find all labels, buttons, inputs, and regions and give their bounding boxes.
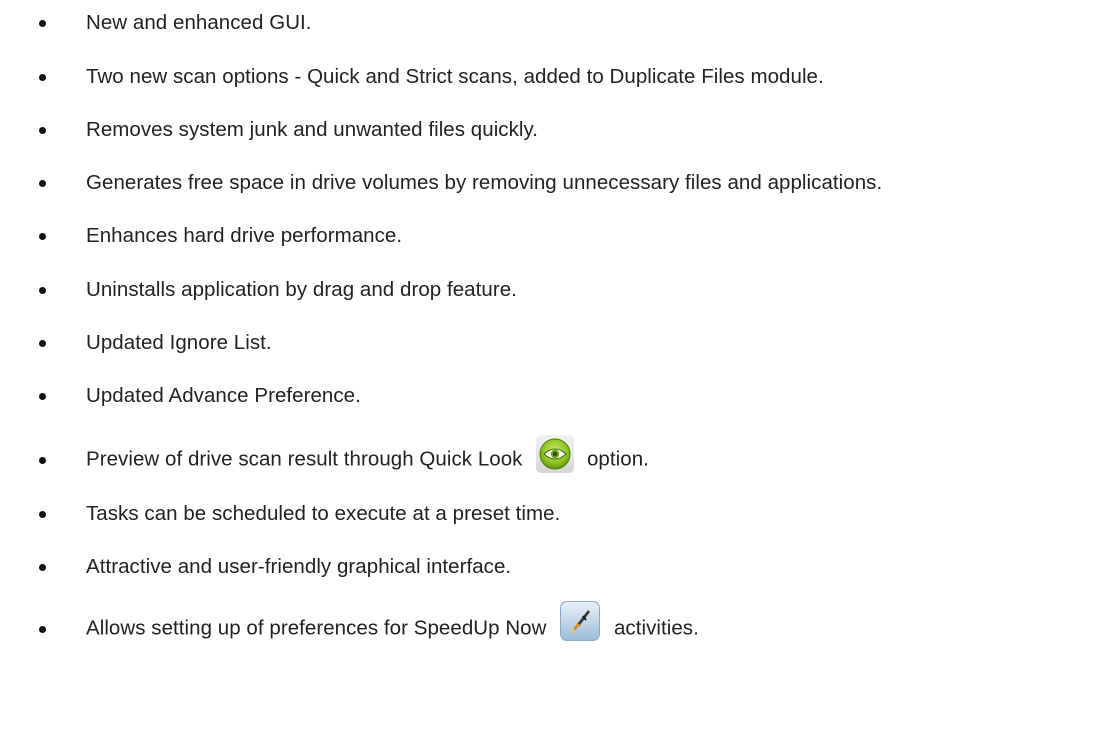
feature-text: Tasks can be scheduled to execute at a p…: [86, 502, 561, 525]
feature-item: Uninstalls application by drag and drop …: [0, 270, 1093, 310]
feature-text: Preview of drive scan result through Qui…: [86, 435, 649, 479]
feature-item: Updated Ignore List.: [0, 323, 1093, 363]
bullet-dot: [39, 340, 46, 347]
bullet-dot: [39, 180, 46, 187]
feature-text-before-icon: Preview of drive scan result through Qui…: [86, 447, 523, 471]
feature-text-after-icon: activities.: [613, 616, 699, 640]
feature-text: Enhances hard drive performance.: [86, 224, 403, 247]
feature-item: Allows setting up of preferences for Spe…: [0, 601, 1093, 649]
feature-item: Preview of drive scan result through Qui…: [0, 435, 1093, 480]
feature-text: Updated Advance Preference.: [86, 384, 361, 407]
bullet-dot: [39, 20, 46, 27]
feature-text: Generates free space in drive volumes by…: [86, 171, 883, 194]
bullet-dot: [39, 127, 46, 134]
feature-text-after-icon: option.: [586, 447, 649, 471]
bullet-dot: [39, 511, 46, 518]
feature-item: Enhances hard drive performance.: [0, 216, 1093, 256]
bullet-dot: [39, 233, 46, 240]
feature-item: New and enhanced GUI.: [0, 3, 1093, 43]
bullet-dot: [39, 457, 46, 464]
feature-item: Two new scan options - Quick and Strict …: [0, 57, 1093, 97]
bullet-dot: [39, 564, 46, 571]
feature-item: Tasks can be scheduled to execute at a p…: [0, 494, 1093, 534]
feature-text: Attractive and user-friendly graphical i…: [86, 555, 512, 578]
bullet-dot: [39, 626, 46, 633]
feature-item: Removes system junk and unwanted files q…: [0, 110, 1093, 150]
quick-look-eye-icon: [536, 435, 575, 473]
feature-text: Allows setting up of preferences for Spe…: [86, 601, 699, 649]
feature-text-before-icon: Allows setting up of preferences for Spe…: [86, 616, 547, 640]
bullet-dot: [39, 287, 46, 294]
feature-text: Updated Ignore List.: [86, 331, 272, 354]
bullet-dot: [39, 393, 46, 400]
feature-item: Attractive and user-friendly graphical i…: [0, 547, 1093, 587]
speedup-now-icon: [560, 601, 601, 641]
feature-item: Generates free space in drive volumes by…: [0, 163, 1093, 203]
feature-text: Removes system junk and unwanted files q…: [86, 118, 539, 141]
feature-text: New and enhanced GUI.: [86, 11, 312, 34]
feature-text: Uninstalls application by drag and drop …: [86, 278, 517, 301]
feature-text: Two new scan options - Quick and Strict …: [86, 65, 824, 88]
bullet-dot: [39, 74, 46, 81]
feature-item: Updated Advance Preference.: [0, 376, 1093, 416]
